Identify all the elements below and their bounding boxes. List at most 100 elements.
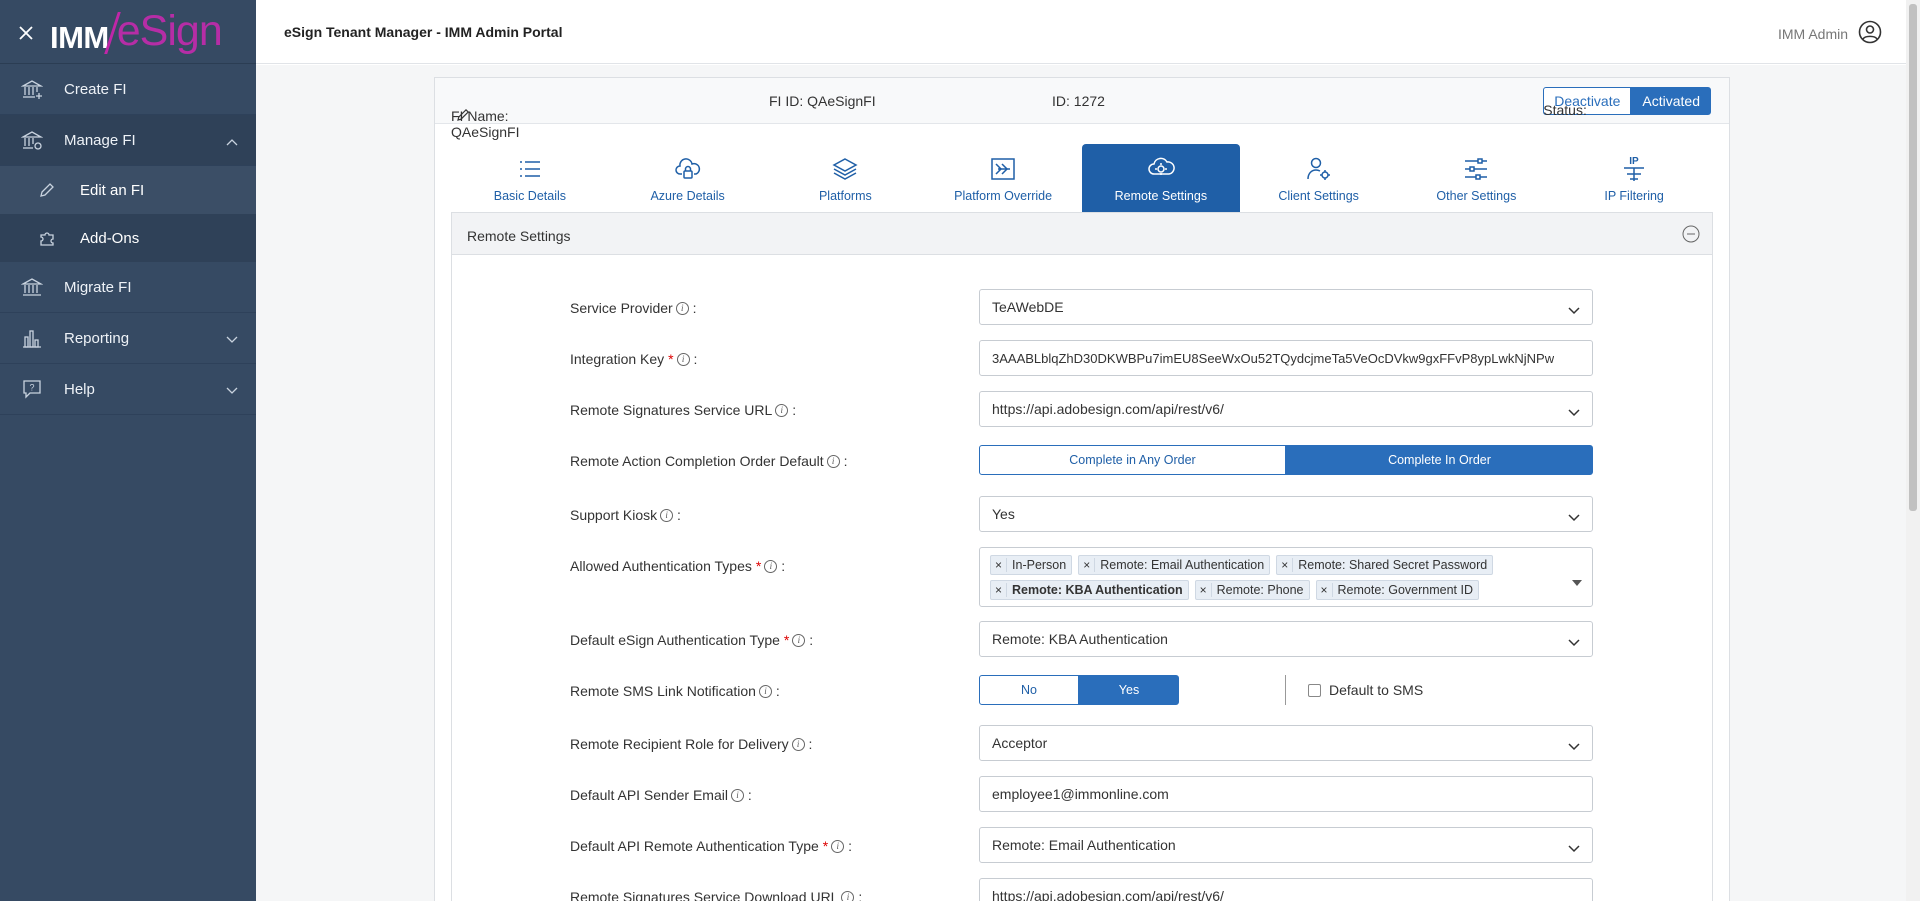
tab-client-settings[interactable]: Client Settings (1240, 144, 1398, 212)
sms-no-button[interactable]: No (979, 675, 1079, 705)
sidebar-subitem-add-ons[interactable]: Add-Ons (0, 214, 256, 262)
tab-label: Other Settings (1436, 189, 1517, 203)
support-kiosk-label: Support Kiosk i : (570, 507, 681, 523)
select-value: TeAWebDE (992, 299, 1064, 315)
layers-icon (832, 154, 858, 184)
user-menu[interactable]: IMM Admin (1778, 20, 1882, 47)
user-gear-icon (1306, 154, 1332, 184)
integration-key-label: Integration Key * i : (570, 351, 698, 367)
tag-chip: × Remote: Government ID (1315, 579, 1479, 600)
chevron-down-icon (1568, 509, 1580, 525)
fi-numeric-id: ID: 1272 (1052, 93, 1105, 109)
page-scrollbar[interactable] (1906, 0, 1920, 901)
bank-arrow-icon (20, 275, 44, 299)
chevron-down-icon (226, 382, 238, 399)
default-sms-checkbox[interactable]: Default to SMS (1308, 682, 1423, 698)
tab-basic-details[interactable]: Basic Details (451, 144, 609, 212)
recipient-role-select[interactable]: Acceptor (979, 725, 1593, 761)
sidebar-item-reporting[interactable]: Reporting (0, 313, 256, 364)
support-kiosk-select[interactable]: Yes (979, 496, 1593, 532)
input-value: 3AAABLblqZhD30DKWBPu7imEU8SeeWxOu52TQydc… (992, 350, 1555, 366)
tab-ip-filtering[interactable]: IP IP Filtering (1555, 144, 1713, 212)
completion-order-label: Remote Action Completion Order Default i … (570, 453, 848, 469)
tag-chip: × Remote: Shared Secret Password (1276, 554, 1494, 575)
tag-remove-icon[interactable]: × (1317, 582, 1333, 597)
tab-platform-override[interactable]: Platform Override (924, 144, 1082, 212)
download-url-input[interactable]: https://api.adobesign.com/api/rest/v6/ (979, 878, 1593, 901)
tab-platforms[interactable]: Platforms (767, 144, 925, 212)
info-icon[interactable]: i (791, 737, 805, 751)
sidebar-item-migrate-fi[interactable]: Migrate FI (0, 262, 256, 313)
tag-remove-icon[interactable]: × (1196, 582, 1212, 597)
info-icon[interactable]: i (758, 684, 772, 698)
pencil-icon (38, 181, 62, 199)
tab-label: Client Settings (1278, 189, 1359, 203)
sidebar-subitem-edit-fi[interactable]: Edit an FI (0, 166, 256, 214)
fi-card: FI Name: QAeSignFI FI ID: QAeSignFI ID: … (434, 77, 1730, 901)
auth-types-multiselect[interactable]: × In-Person × Remote: Email Authentication… (979, 547, 1593, 607)
sidebar-item-create-fi[interactable]: Create FI (0, 64, 256, 115)
complete-any-order-button[interactable]: Complete in Any Order (979, 445, 1286, 475)
sidebar-item-label: Migrate FI (64, 278, 132, 296)
activated-button[interactable]: Activated (1631, 87, 1711, 115)
tab-azure-details[interactable]: Azure Details (609, 144, 767, 212)
tag-remove-icon[interactable]: × (1277, 557, 1294, 572)
tab-label: Platform Override (954, 189, 1053, 203)
chevron-down-icon (1568, 738, 1580, 754)
sidebar-item-help[interactable]: ? Help (0, 364, 256, 415)
scrollbar-thumb[interactable] (1909, 4, 1917, 511)
api-remote-auth-select[interactable]: Remote: Email Authentication (979, 827, 1593, 863)
checkbox-box[interactable] (1308, 683, 1321, 697)
tag-remove-icon[interactable]: × (1079, 557, 1096, 572)
edit-pencil-icon[interactable] (456, 108, 470, 122)
api-remote-auth-label: Default API Remote Authentication Type * i… (570, 838, 853, 854)
integration-key-input[interactable]: 3AAABLblqZhD30DKWBPu7imEU8SeeWxOu52TQydc… (979, 340, 1593, 376)
info-icon[interactable]: i (675, 301, 689, 315)
collapse-icon[interactable] (1682, 225, 1700, 246)
info-icon[interactable]: i (660, 508, 674, 522)
info-icon[interactable]: i (764, 559, 778, 573)
auth-types-label: Allowed Authentication Types * i : (570, 558, 786, 574)
override-icon (990, 154, 1016, 184)
service-provider-select[interactable]: TeAWebDE (979, 289, 1593, 325)
api-sender-email-input[interactable]: employee1@immonline.com (979, 776, 1593, 812)
sliders-icon (1463, 154, 1489, 184)
info-icon[interactable]: i (676, 352, 690, 366)
info-icon[interactable]: i (730, 788, 744, 802)
info-icon[interactable]: i (826, 454, 840, 468)
info-icon[interactable]: i (775, 403, 789, 417)
user-avatar-icon (1858, 20, 1882, 47)
tab-other-settings[interactable]: Other Settings (1398, 144, 1556, 212)
sms-notify-toggle: No Yes (979, 675, 1179, 705)
remote-settings-section: Remote Settings Service Provider i : TeAW… (451, 212, 1713, 901)
tag-line: × Remote: KBA Authentication × Remote: Pho… (990, 577, 1582, 602)
info-icon[interactable]: i (831, 839, 845, 853)
sms-yes-button[interactable]: Yes (1079, 675, 1179, 705)
tag-chip: × In-Person (990, 554, 1073, 575)
chevron-up-icon (226, 133, 238, 150)
sidebar-subitem-label: Add-Ons (80, 229, 140, 247)
default-auth-label: Default eSign Authentication Type * i : (570, 632, 814, 648)
fi-id: FI ID: QAeSignFI (769, 93, 876, 109)
info-icon[interactable]: i (841, 890, 855, 901)
tag-remove-icon[interactable]: × (991, 582, 1008, 597)
tab-remote-settings[interactable]: Remote Settings (1082, 144, 1240, 212)
fi-header: FI Name: QAeSignFI FI ID: QAeSignFI ID: … (435, 78, 1729, 140)
tab-label: Remote Settings (1114, 189, 1208, 203)
api-sender-email-label: Default API Sender Email i : (570, 787, 752, 803)
bank-gear-icon (20, 128, 44, 152)
tag-chip: × Remote: KBA Authentication (990, 579, 1189, 600)
close-icon[interactable] (18, 17, 38, 47)
sidebar-item-manage-fi[interactable]: Manage FI (0, 115, 256, 166)
info-icon[interactable]: i (792, 633, 806, 647)
complete-in-order-button[interactable]: Complete In Order (1286, 445, 1593, 475)
download-url-label: Remote Signatures Service Download URL i … (570, 889, 862, 901)
app-title: eSign Tenant Manager - IMM Admin Portal (284, 23, 563, 40)
status-group: Status: Deactivate Activated (1543, 87, 1711, 118)
help-bubble-icon: ? (20, 377, 44, 401)
tab-label: Basic Details (493, 189, 566, 203)
tag-remove-icon[interactable]: × (991, 557, 1008, 572)
svg-text:?: ? (29, 383, 34, 393)
default-auth-select[interactable]: Remote: KBA Authentication (979, 621, 1593, 657)
remote-sig-url-select[interactable]: https://api.adobesign.com/api/rest/v6/ (979, 391, 1593, 427)
